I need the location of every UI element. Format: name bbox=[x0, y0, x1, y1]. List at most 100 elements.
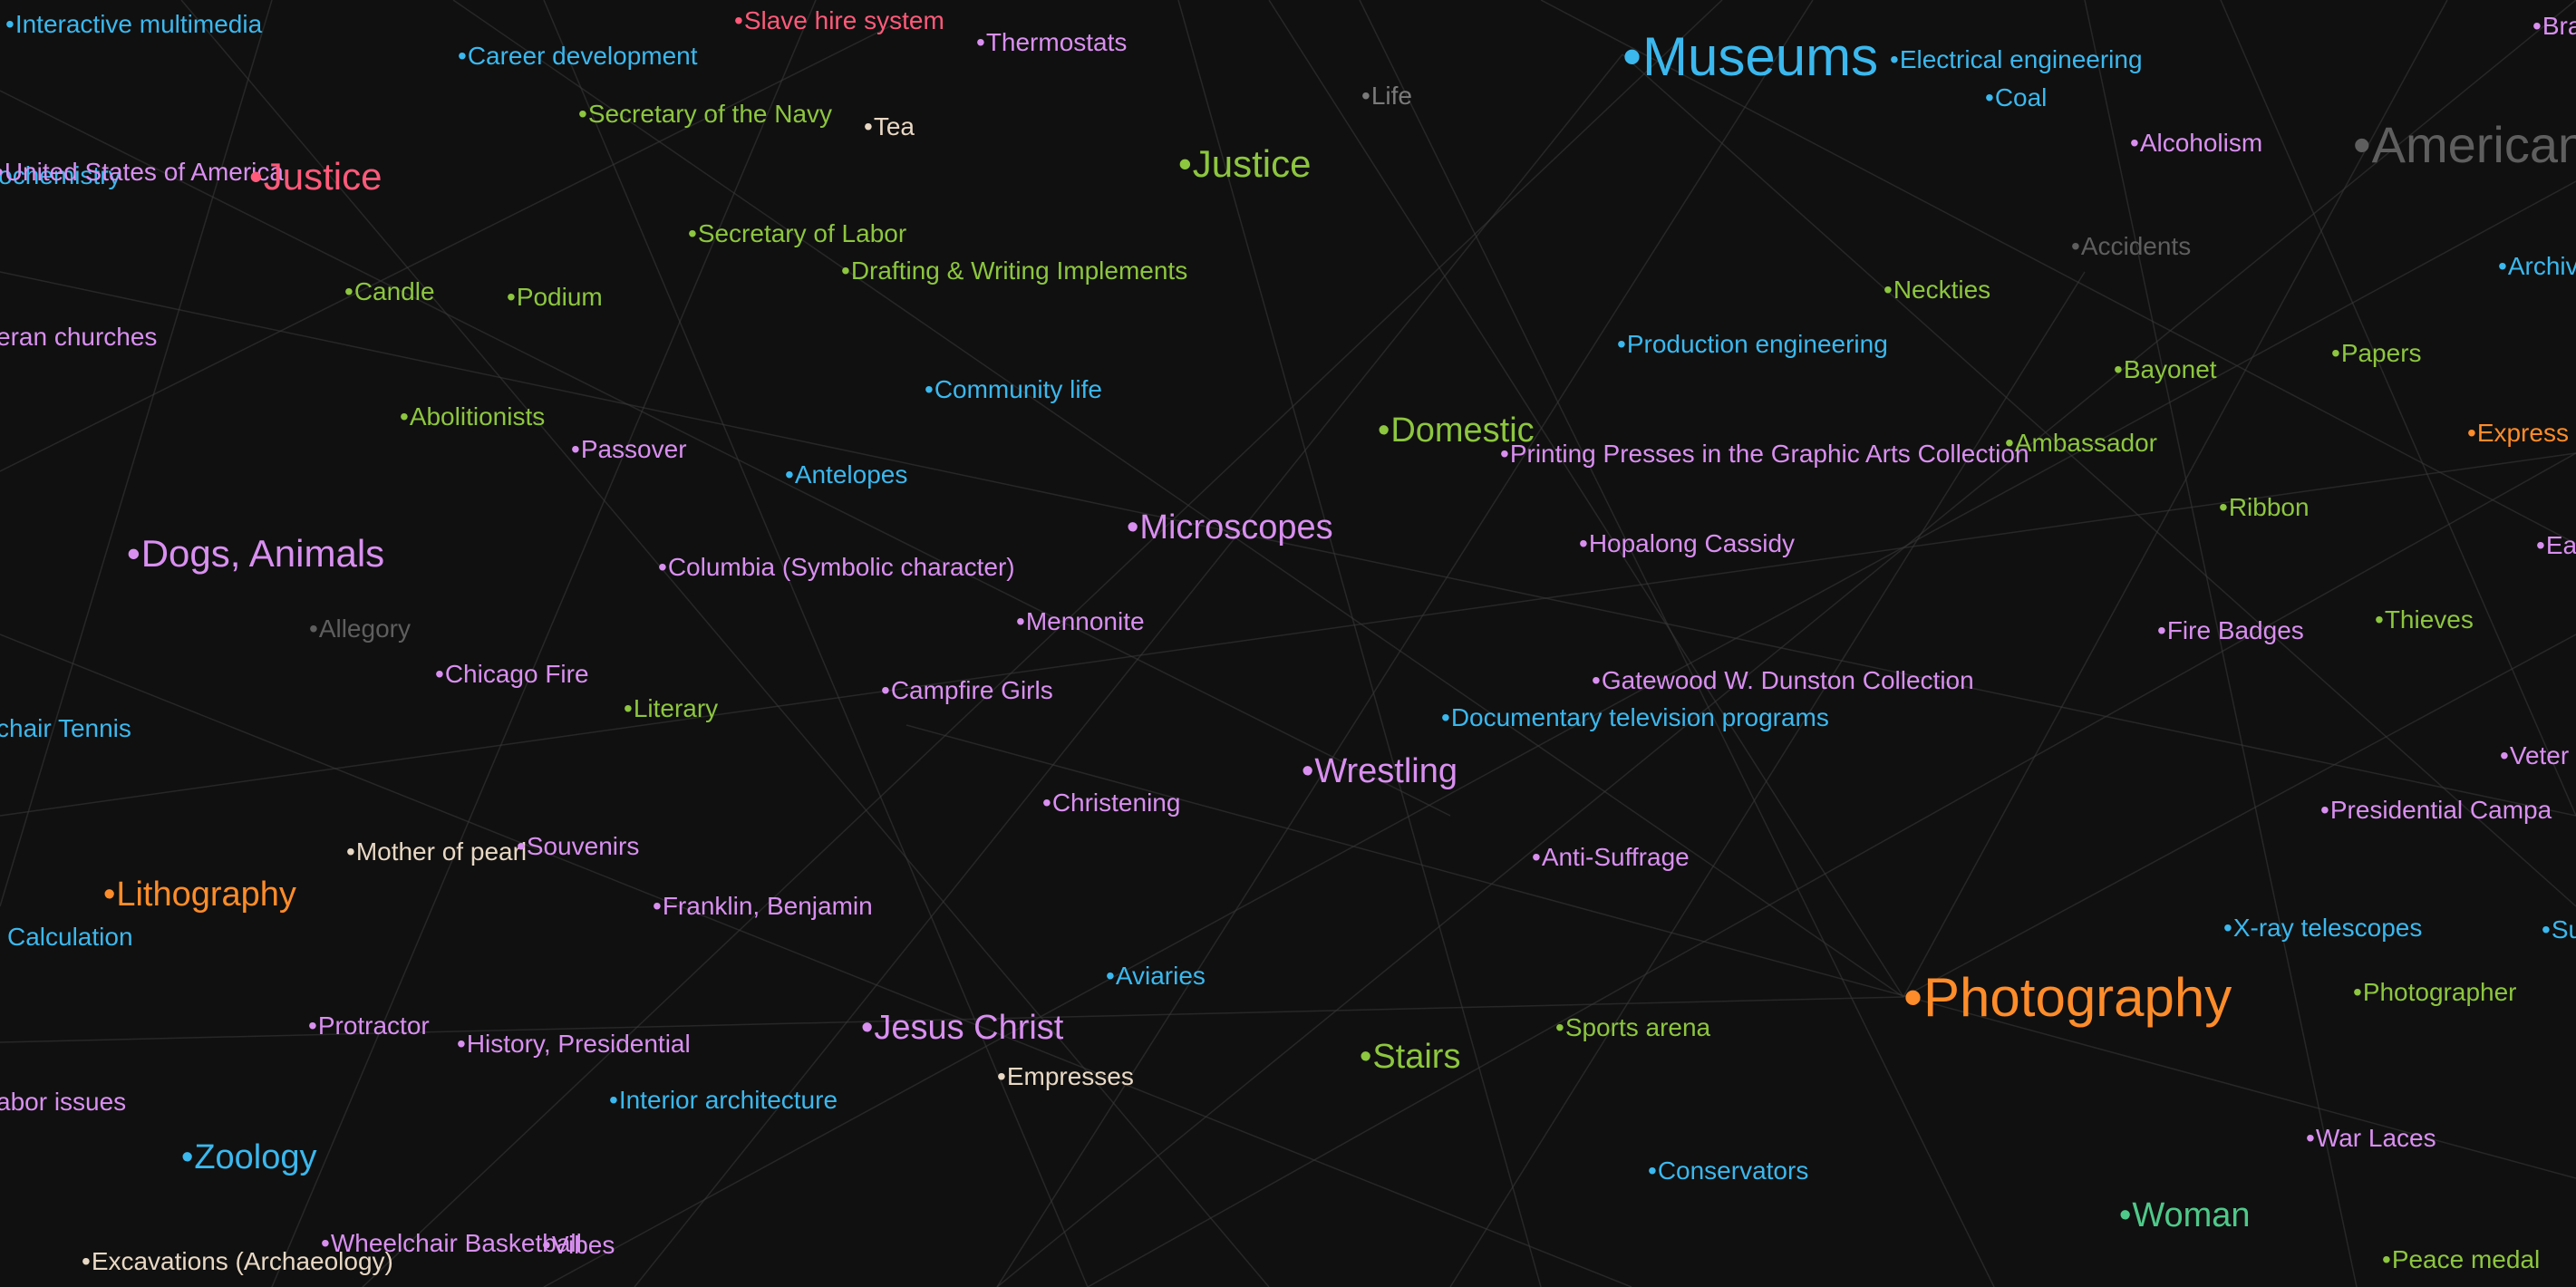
node-empresses[interactable]: •Empresses bbox=[997, 1064, 1134, 1089]
node-united-states[interactable]: •United States of America bbox=[0, 160, 284, 185]
node-thermostats[interactable]: •Thermostats bbox=[976, 30, 1127, 55]
node-mennonite[interactable]: •Mennonite bbox=[1016, 609, 1145, 634]
node-bra[interactable]: •Bra bbox=[2532, 14, 2576, 39]
node-souvenirs[interactable]: •Souvenirs bbox=[517, 834, 639, 859]
node-microscopes[interactable]: •Microscopes bbox=[1127, 510, 1333, 545]
node-label: Papers bbox=[2340, 339, 2422, 367]
node-wheelchair-tennis[interactable]: chair Tennis bbox=[0, 716, 131, 741]
node-lithography[interactable]: •Lithography bbox=[103, 877, 296, 912]
node-secretary-of-labor[interactable]: •Secretary of Labor bbox=[688, 221, 906, 247]
node-museums[interactable]: •Museums bbox=[1622, 30, 1878, 84]
node-stairs[interactable]: •Stairs bbox=[1360, 1040, 1460, 1074]
node-dogs-animals[interactable]: •Dogs, Animals bbox=[127, 535, 384, 573]
node-label: Antelopes bbox=[794, 460, 908, 489]
node-community-life[interactable]: •Community life bbox=[925, 377, 1102, 402]
node-drafting[interactable]: •Drafting & Writing Implements bbox=[841, 258, 1187, 284]
node-vibes[interactable]: •Vibes bbox=[542, 1233, 615, 1258]
node-labor-issues[interactable]: abor issues bbox=[0, 1089, 126, 1115]
node-thieves[interactable]: •Thieves bbox=[2375, 607, 2474, 633]
node-justice-red[interactable]: •Justice bbox=[249, 158, 382, 196]
node-su[interactable]: •Su bbox=[2542, 917, 2576, 943]
node-peace-medal[interactable]: •Peace medal bbox=[2382, 1247, 2540, 1272]
node-zoology[interactable]: •Zoology bbox=[181, 1140, 317, 1175]
node-x-ray-telescopes[interactable]: •X-ray telescopes bbox=[2223, 915, 2422, 941]
node-anti-suffrage[interactable]: •Anti-Suffrage bbox=[1532, 845, 1690, 870]
node-accidents[interactable]: •Accidents bbox=[2071, 234, 2191, 259]
node-express[interactable]: •Express bbox=[2467, 421, 2569, 446]
node-interactive-multimedia[interactable]: •Interactive multimedia bbox=[5, 12, 262, 37]
node-documentary-tv[interactable]: •Documentary television programs bbox=[1441, 705, 1829, 731]
node-passover[interactable]: •Passover bbox=[571, 437, 687, 462]
node-label: Protractor bbox=[317, 1011, 430, 1040]
node-interior-architecture[interactable]: •Interior architecture bbox=[609, 1088, 838, 1113]
node-wrestling[interactable]: •Wrestling bbox=[1302, 754, 1457, 789]
node-fire-badges[interactable]: •Fire Badges bbox=[2157, 618, 2304, 644]
node-campfire-girls[interactable]: •Campfire Girls bbox=[881, 678, 1053, 703]
node-american[interactable]: •American bbox=[2353, 120, 2576, 170]
node-printing-presses[interactable]: •Printing Presses in the Graphic Arts Co… bbox=[1500, 441, 2029, 467]
node-archives[interactable]: •Archiv bbox=[2498, 254, 2576, 279]
node-jesus-christ[interactable]: •Jesus Christ bbox=[861, 1011, 1063, 1045]
node-alcoholism[interactable]: •Alcoholism bbox=[2130, 131, 2262, 156]
node-history-presidential[interactable]: •History, Presidential bbox=[457, 1031, 691, 1057]
node-label: Stairs bbox=[1372, 1038, 1461, 1076]
node-chicago-fire[interactable]: •Chicago Fire bbox=[435, 662, 589, 687]
graph-edge bbox=[0, 0, 273, 907]
node-woman[interactable]: •Woman bbox=[2119, 1198, 2251, 1233]
node-christening[interactable]: •Christening bbox=[1042, 790, 1180, 816]
node-label: Calculation bbox=[7, 923, 133, 951]
node-coal[interactable]: •Coal bbox=[1985, 85, 2047, 111]
node-veterans[interactable]: •Veter bbox=[2500, 743, 2569, 769]
node-excavations[interactable]: •Excavations (Archaeology) bbox=[82, 1249, 393, 1274]
node-label: Printing Presses in the Graphic Arts Col… bbox=[1509, 440, 2029, 468]
node-papers[interactable]: •Papers bbox=[2331, 341, 2422, 366]
node-secretary-of-the-navy[interactable]: •Secretary of the Navy bbox=[578, 102, 832, 127]
node-aviaries[interactable]: •Aviaries bbox=[1106, 963, 1206, 989]
node-presidential-campaign[interactable]: •Presidential Campa bbox=[2320, 798, 2552, 823]
node-war-laces[interactable]: •War Laces bbox=[2306, 1126, 2436, 1151]
node-label: Abolitionists bbox=[409, 402, 546, 431]
node-gatewood[interactable]: •Gatewood W. Dunston Collection bbox=[1592, 668, 1974, 693]
tag-graph[interactable]: •Interactive multimedia •Career developm… bbox=[0, 0, 2576, 1287]
node-production-engineering[interactable]: •Production engineering bbox=[1617, 332, 1888, 357]
node-hopalong-cassidy[interactable]: •Hopalong Cassidy bbox=[1579, 531, 1795, 556]
node-label: Justice bbox=[1192, 142, 1312, 185]
node-slave-hire-system[interactable]: •Slave hire system bbox=[734, 8, 944, 34]
graph-edge bbox=[362, 0, 1723, 1287]
node-label: Bra bbox=[2542, 12, 2576, 40]
node-candle[interactable]: •Candle bbox=[344, 279, 435, 305]
node-ea[interactable]: •Ea bbox=[2536, 533, 2576, 558]
node-protractor[interactable]: •Protractor bbox=[308, 1013, 430, 1039]
node-conservators[interactable]: •Conservators bbox=[1648, 1158, 1808, 1184]
node-literary[interactable]: •Literary bbox=[624, 696, 718, 721]
node-podium[interactable]: •Podium bbox=[507, 285, 603, 310]
node-label: Life bbox=[1370, 82, 1412, 110]
node-columbia[interactable]: •Columbia (Symbolic character) bbox=[658, 555, 1015, 580]
node-abolitionists[interactable]: •Abolitionists bbox=[400, 404, 545, 430]
node-label: Neckties bbox=[1893, 276, 1991, 304]
node-tea[interactable]: •Tea bbox=[864, 114, 915, 140]
node-antelopes[interactable]: •Antelopes bbox=[785, 462, 907, 488]
node-label: Columbia (Symbolic character) bbox=[667, 553, 1015, 581]
node-allegory[interactable]: •Allegory bbox=[309, 616, 411, 642]
node-franklin-benjamin[interactable]: •Franklin, Benjamin bbox=[653, 894, 873, 919]
node-sports-arena[interactable]: •Sports arena bbox=[1555, 1015, 1710, 1040]
node-bayonet[interactable]: •Bayonet bbox=[2114, 357, 2217, 382]
node-label: Bayonet bbox=[2123, 355, 2217, 383]
node-life[interactable]: •Life bbox=[1361, 83, 1412, 109]
node-justice-green[interactable]: •Justice bbox=[1178, 145, 1311, 183]
node-lutheran-churches[interactable]: eran churches bbox=[0, 324, 157, 350]
graph-edge bbox=[1359, 0, 1995, 1287]
node-label: Woman bbox=[2132, 1196, 2251, 1234]
node-electrical-engineering[interactable]: •Electrical engineering bbox=[1890, 47, 2143, 73]
node-mother-of-pearl[interactable]: •Mother of pearl bbox=[346, 839, 527, 865]
node-label: Empresses bbox=[1006, 1062, 1134, 1090]
node-label: Veter bbox=[2509, 741, 2570, 769]
node-neckties[interactable]: •Neckties bbox=[1884, 277, 1990, 303]
node-label: Dogs, Animals bbox=[140, 532, 385, 575]
node-calculation[interactable]: Calculation bbox=[7, 924, 133, 950]
node-photographer[interactable]: •Photographer bbox=[2353, 980, 2517, 1005]
node-career-development[interactable]: •Career development bbox=[458, 44, 698, 69]
node-ribbon[interactable]: •Ribbon bbox=[2219, 495, 2310, 520]
node-photography[interactable]: •Photography bbox=[1903, 971, 2232, 1025]
